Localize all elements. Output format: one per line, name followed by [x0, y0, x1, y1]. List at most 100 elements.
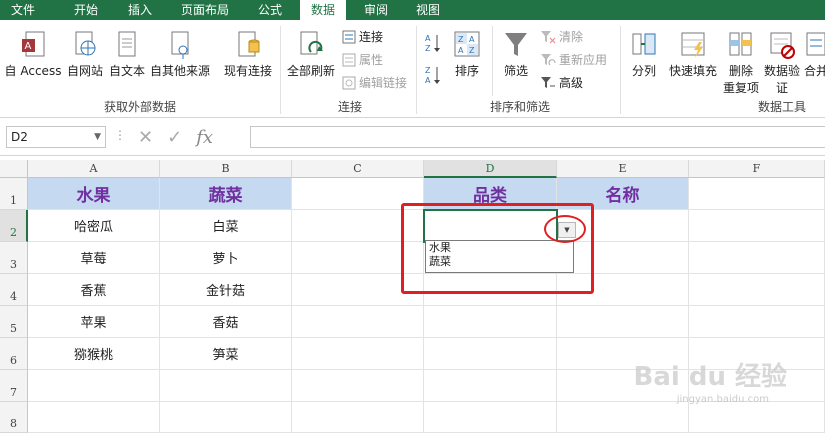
column-header-d[interactable]: D — [424, 160, 557, 178]
column-header-e[interactable]: E — [557, 160, 689, 178]
svg-text:Z: Z — [469, 46, 475, 55]
tab-insert[interactable]: 插入 — [118, 0, 162, 20]
tab-file[interactable]: 文件 — [0, 0, 46, 20]
cell-f3[interactable] — [689, 242, 825, 274]
filter-button[interactable]: 筛选 — [498, 30, 534, 79]
existing-connections-icon — [238, 31, 260, 57]
cell-f8[interactable] — [689, 402, 825, 433]
cell-d5[interactable] — [424, 306, 557, 338]
from-text-label: 自文本 — [108, 64, 145, 78]
cell-a5[interactable]: 苹果 — [28, 306, 160, 338]
row-header-8[interactable]: 8 — [0, 402, 28, 433]
cell-a8[interactable] — [28, 402, 160, 433]
row-header-6[interactable]: 6 — [0, 338, 28, 370]
other-sources-icon — [171, 31, 189, 59]
from-other-sources-button[interactable]: 自其他来源 — [148, 30, 212, 79]
cell-b3[interactable]: 萝卜 — [160, 242, 292, 274]
cell-b7[interactable] — [160, 370, 292, 402]
svg-text:Z: Z — [425, 44, 431, 53]
cell-d7[interactable] — [424, 370, 557, 402]
cell-c5[interactable] — [292, 306, 424, 338]
from-access-button[interactable]: A 自 Access — [4, 30, 62, 79]
cell-b8[interactable] — [160, 402, 292, 433]
reapply-filter-button[interactable]: 重新应用 — [540, 51, 607, 68]
cell-a6[interactable]: 猕猴桃 — [28, 338, 160, 370]
group-separator — [620, 26, 621, 114]
sort-ascending-button[interactable]: AZ — [424, 32, 442, 54]
formula-input[interactable] — [250, 126, 825, 148]
column-header-a[interactable]: A — [28, 160, 160, 178]
svg-text:A: A — [425, 34, 431, 43]
cell-d6[interactable] — [424, 338, 557, 370]
tab-formulas[interactable]: 公式 — [248, 0, 292, 20]
column-header-b[interactable]: B — [160, 160, 292, 178]
tab-review[interactable]: 审阅 — [354, 0, 398, 20]
row-header-3[interactable]: 3 — [0, 242, 28, 274]
cell-f4[interactable] — [689, 274, 825, 306]
connections-button[interactable]: 连接 — [342, 28, 383, 45]
existing-connections-button[interactable]: 现有连接 — [220, 30, 276, 79]
cell-f2[interactable] — [689, 210, 825, 242]
edit-links-label: 编辑链接 — [359, 76, 408, 90]
consolidate-button[interactable]: 合并 — [802, 30, 825, 79]
cell-c7[interactable] — [292, 370, 424, 402]
cell-b2[interactable]: 白菜 — [160, 210, 292, 242]
data-validation-button[interactable]: 数据验 证 — [762, 30, 802, 96]
from-web-label: 自网站 — [66, 64, 103, 78]
advanced-filter-label: 高级 — [559, 76, 584, 90]
cell-c6[interactable] — [292, 338, 424, 370]
chevron-down-icon[interactable]: ▼ — [94, 127, 101, 147]
flash-fill-icon — [681, 32, 705, 58]
group-label-connections: 连接 — [337, 100, 362, 114]
column-header-c[interactable]: C — [292, 160, 424, 178]
cell-b4[interactable]: 金针菇 — [160, 274, 292, 306]
cell-a3[interactable]: 草莓 — [28, 242, 160, 274]
insert-function-icon[interactable]: fx — [196, 127, 213, 148]
select-all-corner[interactable] — [0, 160, 28, 178]
row-header-1[interactable]: 1 — [0, 178, 28, 210]
row-header-4[interactable]: 4 — [0, 274, 28, 306]
clear-filter-button[interactable]: 清除 — [540, 28, 583, 45]
properties-icon — [342, 53, 356, 66]
cell-f5[interactable] — [689, 306, 825, 338]
cell-e8[interactable] — [557, 402, 689, 433]
properties-button[interactable]: 属性 — [342, 51, 383, 68]
from-text-button[interactable]: 自文本 — [106, 30, 148, 79]
cell-f1[interactable] — [689, 178, 825, 210]
advanced-filter-button[interactable]: 高级 — [540, 74, 583, 91]
cell-e5[interactable] — [557, 306, 689, 338]
from-web-button[interactable]: 自网站 — [64, 30, 106, 79]
cell-b1[interactable]: 蔬菜 — [160, 178, 292, 210]
flash-fill-button[interactable]: 快速填充 — [666, 30, 720, 79]
cancel-icon[interactable]: ✕ — [138, 127, 153, 148]
tab-home[interactable]: 开始 — [64, 0, 108, 20]
row-header-5[interactable]: 5 — [0, 306, 28, 338]
text-to-columns-button[interactable]: 分列 — [626, 30, 662, 79]
svg-text:A: A — [425, 76, 431, 85]
column-header-f[interactable]: F — [689, 160, 825, 178]
edit-links-button[interactable]: 编辑链接 — [342, 74, 407, 91]
remove-duplicates-button[interactable]: 删除 重复项 — [722, 30, 760, 96]
from-other-sources-label: 自其他来源 — [149, 64, 210, 78]
formula-actions: ✕ ✓ fx — [138, 124, 248, 150]
cell-c8[interactable] — [292, 402, 424, 433]
row-header-7[interactable]: 7 — [0, 370, 28, 402]
cell-d8[interactable] — [424, 402, 557, 433]
cell-b6[interactable]: 笋菜 — [160, 338, 292, 370]
confirm-check-icon[interactable]: ✓ — [167, 127, 182, 148]
cell-a2[interactable]: 哈密瓜 — [28, 210, 160, 242]
tab-data[interactable]: 数据 — [300, 0, 346, 20]
properties-label: 属性 — [359, 53, 384, 67]
cell-b5[interactable]: 香菇 — [160, 306, 292, 338]
sort-button[interactable]: ZAAZ 排序 — [450, 30, 484, 79]
tab-view[interactable]: 视图 — [406, 0, 450, 20]
name-box[interactable]: D2 ▼ — [6, 126, 106, 148]
sort-descending-button[interactable]: ZA — [424, 64, 442, 86]
cell-a1[interactable]: 水果 — [28, 178, 160, 210]
connections-icon — [342, 30, 356, 43]
tab-page-layout[interactable]: 页面布局 — [172, 0, 238, 20]
refresh-all-button[interactable]: 全部刷新 — [284, 30, 338, 79]
cell-a7[interactable] — [28, 370, 160, 402]
cell-a4[interactable]: 香蕉 — [28, 274, 160, 306]
row-header-2[interactable]: 2 — [0, 210, 28, 242]
